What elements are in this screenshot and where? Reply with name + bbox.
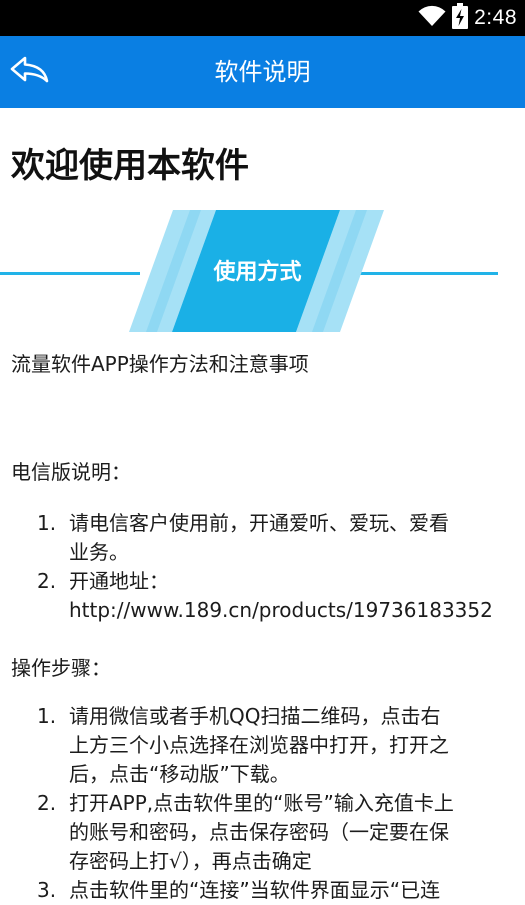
list-item-text: 上方三个小点选择在浏览器中打开，打开之 — [69, 733, 449, 757]
list-item-text: 点击软件里的“连接”当软件界面显示“已连 — [69, 878, 441, 902]
intro-text: 流量软件APP操作方法和注意事项 — [11, 352, 309, 376]
status-icons: 2:48 — [418, 3, 517, 33]
list-item-text: 请用微信或者手机QQ扫描二维码，点击右 — [69, 704, 441, 728]
list-item-text: 打开APP,点击软件里的“账号”输入充值卡上 — [69, 791, 454, 815]
url-link[interactable]: http://www.189.cn/products/19736183352 — [69, 596, 493, 625]
list-item-number: 1. — [37, 511, 57, 535]
page-title: 软件说明 — [214, 58, 311, 86]
steps-list: 1. 请用微信或者手机QQ扫描二维码，点击右 上方三个小点选择在浏览器中打开，打… — [0, 702, 454, 905]
telecom-list: 1. 请电信客户使用前，开通爱听、爱玩、爱看 业务。 2. 开通地址： http… — [0, 509, 493, 625]
list-item-text: 业务。 — [69, 540, 129, 564]
status-time: 2:48 — [474, 6, 517, 29]
list-item-text: 存密码上打√），再点击确定 — [69, 849, 312, 873]
list-item-text: 后，点击“移动版”下载。 — [69, 762, 290, 786]
app-bar: 软件说明 — [0, 36, 525, 108]
list-item: 2. 开通地址： http://www.189.cn/products/1973… — [0, 567, 493, 625]
banner-label: 使用方式 — [213, 260, 302, 285]
list-item-text: 请电信客户使用前，开通爱听、爱玩、爱看 — [69, 511, 449, 535]
status-bar: 2:48 — [0, 0, 525, 36]
wifi-icon — [418, 5, 446, 31]
list-item-text: 开通地址： — [69, 569, 169, 593]
list-item: 2. 打开APP,点击软件里的“账号”输入充值卡上 的账号和密码，点击保存密码（… — [0, 789, 454, 876]
list-item-number: 2. — [37, 569, 57, 593]
list-item: 3. 点击软件里的“连接”当软件界面显示“已连 — [0, 876, 454, 905]
list-item-number: 2. — [37, 791, 57, 815]
list-item-number: 1. — [37, 704, 57, 728]
list-item: 1. 请用微信或者手机QQ扫描二维码，点击右 上方三个小点选择在浏览器中打开，打… — [0, 702, 454, 789]
steps-heading: 操作步骤： — [11, 656, 111, 680]
list-item: 1. 请电信客户使用前，开通爱听、爱玩、爱看 业务。 — [0, 509, 493, 567]
battery-icon — [452, 3, 469, 33]
section-banner: 使用方式 — [0, 210, 525, 332]
telecom-heading: 电信版说明： — [11, 460, 131, 484]
list-item-text: 的账号和密码，点击保存密码（一定要在保 — [69, 820, 449, 844]
list-item-number: 3. — [37, 878, 57, 902]
welcome-title: 欢迎使用本软件 — [11, 146, 249, 186]
